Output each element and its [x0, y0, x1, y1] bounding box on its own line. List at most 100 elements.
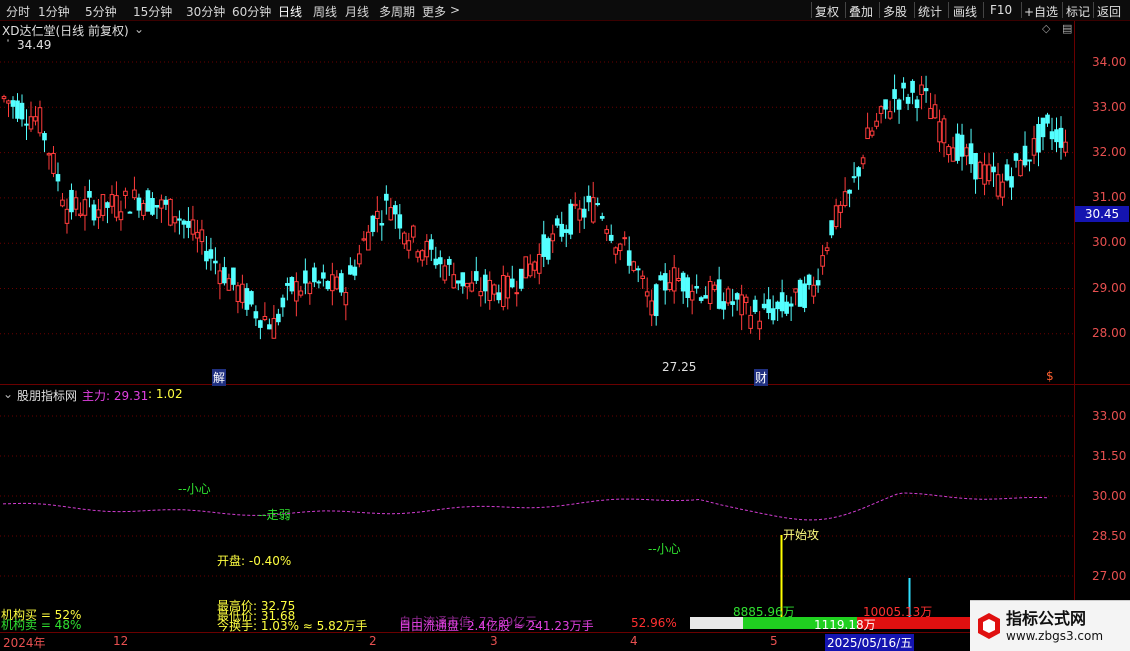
multi-stock-button[interactable]: 多股 [883, 3, 907, 20]
tab-30min[interactable]: 30分钟 [186, 3, 225, 20]
attack-annotation: 开始攻 [783, 528, 820, 542]
adjust-button[interactable]: 复权 [815, 3, 839, 20]
candle-body [114, 195, 119, 218]
candle-body [784, 301, 789, 314]
weak-annotation: --走弱 [258, 508, 291, 522]
candle-body [433, 258, 439, 266]
candle-body [739, 294, 744, 316]
candle-body [177, 218, 182, 221]
candle-body [42, 133, 47, 141]
candle-body [397, 214, 403, 229]
high-price-label: 34.49 [17, 38, 52, 52]
candle-body [937, 121, 942, 143]
candle-body [478, 291, 484, 297]
finance-marker[interactable]: 财 [754, 369, 769, 386]
candle-body [635, 268, 641, 271]
candle-body [289, 277, 295, 292]
candle-body [91, 204, 97, 221]
candle-body [887, 111, 893, 119]
candle-body [64, 208, 70, 224]
candle-body [581, 208, 587, 218]
price-axis-label: 29.00 [1092, 281, 1127, 295]
panel-toggle-icon[interactable]: ▤ [1062, 22, 1072, 35]
candle-body [222, 267, 227, 284]
tab-intraday[interactable]: 分时 [6, 3, 30, 20]
tab-more[interactable]: 更多 [422, 3, 446, 20]
candle-body [172, 216, 178, 224]
candle-body [411, 225, 416, 238]
candle-body [451, 274, 457, 289]
candle-body [1063, 141, 1068, 153]
chevron-down-icon[interactable]: ⌄ [134, 22, 144, 36]
tab-60min[interactable]: 60分钟 [232, 3, 271, 20]
candle-body [959, 134, 965, 157]
candle-body [1, 96, 7, 100]
candle-body [271, 318, 277, 339]
candle-body [343, 292, 349, 306]
candle-body [37, 107, 43, 134]
chevron-down-icon[interactable]: ⌄ [3, 387, 13, 401]
tab-multi-period[interactable]: 多周期 [379, 3, 415, 20]
overlay-button[interactable]: 叠加 [849, 3, 873, 20]
candle-body [312, 267, 317, 283]
candle-body [500, 274, 506, 307]
candle-body [865, 127, 870, 140]
back-button[interactable]: 返回 [1097, 3, 1121, 20]
candle-body [694, 286, 699, 289]
candle-body [303, 270, 308, 284]
tab-monthly[interactable]: 月线 [345, 3, 369, 20]
tab-15min[interactable]: 15分钟 [133, 3, 172, 20]
mark-button[interactable]: 标记 [1066, 3, 1090, 20]
candle-body [267, 324, 272, 330]
candle-body [910, 80, 915, 93]
candlestick-chart[interactable] [0, 21, 1130, 385]
candle-body [973, 153, 978, 180]
main-force-label: 主力: 29.31 [82, 389, 149, 403]
candle-body [46, 153, 52, 156]
candle-body [671, 267, 677, 292]
statistics-button[interactable]: 统计 [918, 3, 942, 20]
candle-body [685, 277, 690, 298]
candle-body [964, 147, 969, 157]
candle-body [653, 284, 659, 317]
candle-body [613, 247, 619, 255]
candle-body [883, 99, 888, 110]
draw-line-button[interactable]: 画线 [953, 3, 977, 20]
candle-body [955, 133, 960, 161]
tab-1min[interactable]: 1分钟 [38, 3, 70, 20]
indicator-chart[interactable] [0, 385, 1130, 632]
candle-body [577, 208, 583, 221]
candle-body [559, 223, 565, 237]
dividend-marker[interactable]: $ [1046, 369, 1054, 383]
watermark-title: 指标公式网 [1006, 609, 1087, 628]
add-watchlist-button[interactable]: +自选 [1024, 3, 1058, 20]
tab-weekly[interactable]: 周线 [313, 3, 337, 20]
unlock-marker[interactable]: 解 [212, 369, 227, 386]
candle-body [487, 279, 493, 301]
candle-body [541, 234, 547, 257]
price-axis-label: 31.00 [1092, 190, 1127, 204]
more-chevron-icon[interactable]: > [450, 3, 460, 17]
candle-body [838, 204, 843, 213]
candle-body [496, 292, 502, 301]
candle-body [96, 209, 101, 218]
date-tick: 3 [490, 634, 498, 648]
candle-body [824, 247, 830, 252]
candle-body [514, 292, 520, 295]
candle-body [109, 194, 115, 207]
candle-body [321, 272, 326, 279]
candle-body [617, 243, 623, 252]
candle-body [150, 198, 155, 215]
indicator-axis-label: 31.50 [1092, 449, 1127, 463]
caution-annotation: --小心 [178, 482, 211, 496]
f10-button[interactable]: F10 [990, 3, 1012, 17]
candle-body [78, 213, 83, 217]
chart-title: XD达仁堂(日线 前复权) [2, 24, 129, 38]
candle-body [707, 281, 713, 304]
candle-body [833, 205, 839, 228]
tab-daily[interactable]: 日线 [278, 3, 302, 20]
candle-body [460, 272, 466, 287]
diamond-icon[interactable]: ◇ [1042, 22, 1050, 35]
tab-5min[interactable]: 5分钟 [85, 3, 117, 20]
candle-body [285, 283, 290, 286]
